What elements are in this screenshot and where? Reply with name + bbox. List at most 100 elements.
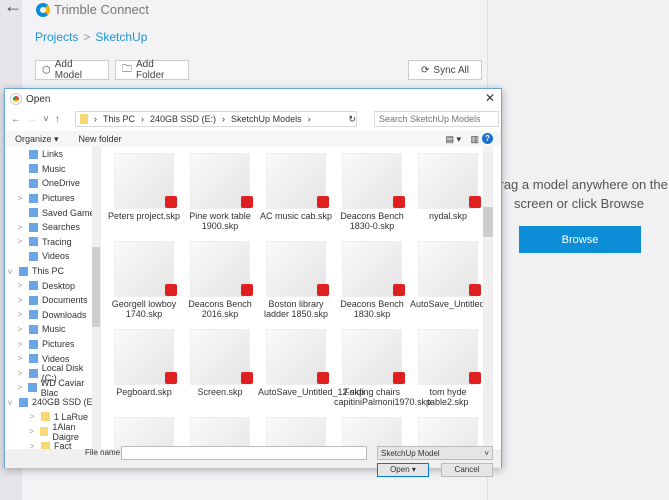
expand-icon[interactable]: v bbox=[5, 267, 15, 276]
item-icon bbox=[29, 354, 38, 364]
file-name-input[interactable] bbox=[121, 446, 367, 460]
nav-item[interactable]: > Pictures bbox=[5, 337, 100, 352]
expand-icon[interactable]: > bbox=[27, 412, 37, 421]
expand-icon[interactable]: > bbox=[15, 296, 25, 305]
back-arrow-icon[interactable]: ← bbox=[4, 0, 22, 17]
add-model-button[interactable]: ⬡ Add Model bbox=[35, 59, 109, 81]
nav-item-label: This PC bbox=[32, 266, 65, 277]
file-item[interactable]: nydal.skp bbox=[410, 153, 486, 233]
model-thumbnail bbox=[266, 329, 329, 385]
file-name-label: File name: bbox=[85, 448, 123, 457]
close-icon[interactable]: ✕ bbox=[485, 91, 495, 105]
file-item[interactable]: AC music cab.skp bbox=[258, 153, 334, 233]
organize-menu[interactable]: Organize ▾ bbox=[15, 134, 59, 145]
nav-item[interactable]: > WD Caviar Blac bbox=[5, 378, 100, 398]
expand-icon[interactable]: > bbox=[15, 281, 25, 290]
file-item[interactable]: Screen.skp bbox=[182, 329, 258, 409]
nav-item[interactable]: v 240GB SSD (E:) bbox=[5, 395, 100, 410]
nav-item[interactable]: > Music bbox=[5, 322, 100, 337]
label: Sync All bbox=[433, 64, 469, 76]
expand-icon[interactable]: > bbox=[15, 237, 25, 246]
file-item[interactable]: AutoSave_Untitled_13.skp bbox=[410, 241, 493, 321]
item-icon bbox=[19, 397, 28, 407]
expand-icon[interactable]: > bbox=[15, 223, 25, 232]
breadcrumb-sketchup[interactable]: SketchUp bbox=[95, 30, 147, 44]
content-scrollbar[interactable] bbox=[483, 147, 493, 453]
item-icon bbox=[29, 281, 38, 291]
search-input[interactable] bbox=[374, 111, 499, 127]
file-item[interactable]: Pegboard.skp bbox=[106, 329, 182, 409]
path-this-pc[interactable]: This PC bbox=[103, 114, 135, 124]
open-button[interactable]: Open ▾ bbox=[377, 463, 429, 477]
item-icon bbox=[28, 368, 38, 378]
help-icon[interactable]: ? bbox=[482, 133, 493, 144]
sketchup-icon bbox=[469, 372, 481, 384]
path-folder[interactable]: SketchUp Models bbox=[231, 114, 302, 124]
forward-icon[interactable]: → bbox=[27, 114, 37, 125]
breadcrumb: Projects > SketchUp bbox=[35, 30, 148, 44]
expand-icon[interactable]: > bbox=[15, 194, 25, 203]
file-type-select[interactable]: SketchUp Model ˅ bbox=[377, 446, 493, 460]
nav-item[interactable]: > Tracing bbox=[5, 235, 100, 250]
path-drive[interactable]: 240GB SSD (E:) bbox=[150, 114, 216, 124]
nav-item-label: Searches bbox=[42, 222, 81, 233]
sketchup-icon bbox=[317, 196, 329, 208]
browse-button[interactable]: Browse bbox=[519, 226, 641, 253]
file-item[interactable]: Pine work table 1900.skp bbox=[182, 153, 258, 233]
up-icon[interactable]: ↑ bbox=[55, 114, 60, 125]
file-item[interactable]: Deacons Bench 1830.skp bbox=[334, 241, 410, 321]
trimble-connect-logo: Trimble Connect bbox=[36, 2, 149, 17]
nav-item[interactable]: Videos bbox=[5, 249, 100, 264]
breadcrumb-projects[interactable]: Projects bbox=[35, 30, 78, 44]
sketchup-icon bbox=[393, 196, 405, 208]
sketchup-icon bbox=[165, 284, 177, 296]
nav-item[interactable]: Music bbox=[5, 162, 100, 177]
file-item[interactable]: Georgell lowboy 1740.skp bbox=[106, 241, 182, 321]
view-options-icon[interactable]: ▤ ▾ bbox=[445, 134, 461, 145]
nav-item-label: Pictures bbox=[42, 193, 75, 204]
nav-item[interactable]: OneDrive bbox=[5, 176, 100, 191]
nav-item[interactable]: > Desktop bbox=[5, 278, 100, 293]
cancel-button[interactable]: Cancel bbox=[441, 463, 493, 477]
model-thumbnail bbox=[114, 329, 177, 385]
expand-icon[interactable]: > bbox=[27, 427, 36, 436]
nav-item[interactable]: Saved Games bbox=[5, 205, 100, 220]
nav-item[interactable]: > Downloads bbox=[5, 308, 100, 323]
expand-icon[interactable]: > bbox=[15, 383, 24, 392]
file-item[interactable]: Folding chairs capitiniPalmoni1970.skp bbox=[334, 329, 431, 409]
expand-icon[interactable]: > bbox=[15, 354, 25, 363]
expand-icon[interactable]: > bbox=[15, 369, 25, 378]
file-item[interactable]: Peters project.skp bbox=[106, 153, 182, 233]
sync-all-button[interactable]: ⟳ Sync All bbox=[408, 60, 482, 80]
expand-icon[interactable]: > bbox=[15, 340, 25, 349]
item-icon bbox=[29, 149, 38, 159]
file-item[interactable]: Deacons Bench 1830-0.skp bbox=[334, 153, 410, 233]
expand-icon[interactable]: > bbox=[15, 310, 25, 319]
nav-item[interactable]: Links bbox=[5, 147, 100, 162]
new-folder-button[interactable]: New folder bbox=[79, 134, 122, 144]
file-item[interactable]: Boston library ladder 1850.skp bbox=[258, 241, 334, 321]
nav-item[interactable]: v This PC bbox=[5, 264, 100, 279]
nav-item[interactable]: > Pictures bbox=[5, 191, 100, 206]
nav-item[interactable]: >1Alan Daigre bbox=[5, 422, 100, 442]
model-thumbnail bbox=[418, 241, 481, 297]
address-bar[interactable]: › This PC › 240GB SSD (E:) › SketchUp Models ›… bbox=[75, 111, 357, 127]
file-item[interactable]: AutoSave_Untitled_12.skp bbox=[258, 329, 364, 409]
back-icon[interactable]: ← bbox=[11, 114, 21, 125]
nav-item[interactable]: > Searches bbox=[5, 220, 100, 235]
file-item[interactable]: tom hyde table2.skp bbox=[410, 329, 486, 409]
folder-icon: 🗀 bbox=[122, 63, 132, 75]
expand-icon[interactable]: > bbox=[15, 325, 25, 334]
model-thumbnail bbox=[342, 241, 405, 297]
sidebar-scrollbar[interactable] bbox=[92, 147, 100, 453]
recent-dropdown-icon[interactable]: ˅ bbox=[43, 114, 49, 125]
expand-icon[interactable]: v bbox=[5, 398, 15, 407]
file-item[interactable]: Deacons Bench 2016.skp bbox=[182, 241, 258, 321]
refresh-icon[interactable]: ↻ bbox=[348, 114, 356, 125]
preview-pane-icon[interactable]: ▥ bbox=[470, 134, 479, 145]
logo-icon bbox=[36, 2, 50, 17]
file-name: Deacons Bench 1830-0.skp bbox=[340, 211, 404, 231]
nav-item[interactable]: > Documents bbox=[5, 293, 100, 308]
add-folder-button[interactable]: 🗀 Add Folder bbox=[115, 59, 189, 81]
drop-zone[interactable]: Drag a model anywhere on the screen or c… bbox=[489, 0, 669, 500]
